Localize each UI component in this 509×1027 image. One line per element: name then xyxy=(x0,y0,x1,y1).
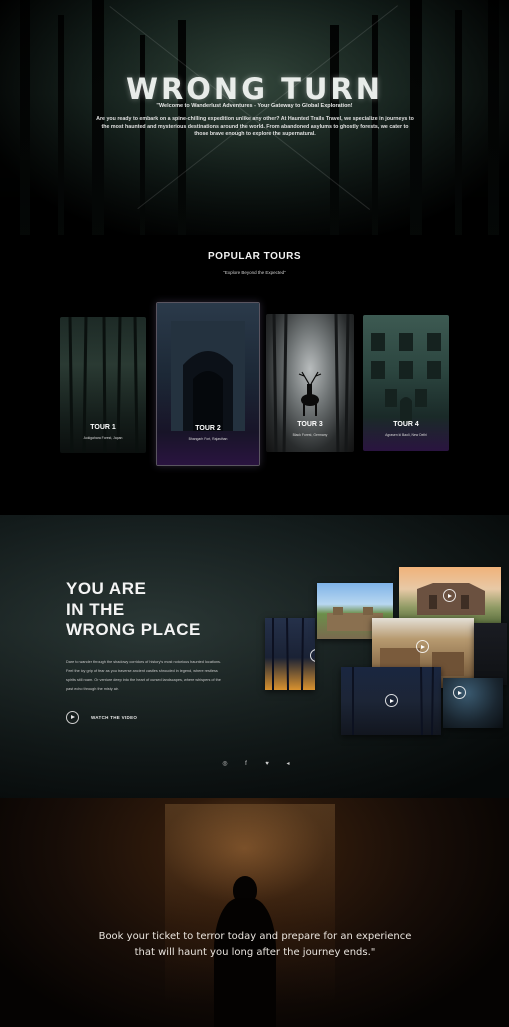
figure-silhouette xyxy=(214,898,276,1027)
twitter-icon[interactable]: ♥ xyxy=(262,760,272,768)
play-icon[interactable] xyxy=(385,694,398,707)
tour-card-1[interactable]: TOUR 1 Aokigahara Forest, Japan xyxy=(60,317,146,453)
watch-video-label: WATCH THE VIDEO xyxy=(91,714,138,720)
hero-title: WRONG TURN xyxy=(125,72,384,106)
tour-1-image xyxy=(60,317,146,453)
video-thumbnail-dark[interactable] xyxy=(474,623,507,685)
wrong-place-section: YOU ARE IN THE WRONG PLACE Dare to wande… xyxy=(0,515,509,798)
tour-3-location: Black Forest, Germany xyxy=(292,433,328,437)
cta-quote: Book your ticket to terror today and pre… xyxy=(98,931,412,958)
tours-title: POPULAR TOURS xyxy=(208,251,301,262)
tour-4-location: Agrasen ki Baoli, New Delhi xyxy=(385,433,427,437)
tour-4-name: TOUR 4 xyxy=(393,421,419,428)
hero-tagline: "Welcome to Wanderlust Adventures - Your… xyxy=(156,103,353,109)
title-line: IN THE xyxy=(66,599,125,619)
tour-card-2[interactable]: TOUR 2 Bhangarh Fort, Rajasthan xyxy=(156,302,260,466)
forest-image xyxy=(68,317,139,453)
video-thumbnail-blue[interactable] xyxy=(443,678,503,728)
play-icon[interactable] xyxy=(416,640,429,653)
video-thumbnail-forest-glow[interactable] xyxy=(265,618,315,690)
tree-silhouette xyxy=(58,15,64,235)
hero-section: WRONG TURN "Welcome to Wanderlust Advent… xyxy=(0,0,509,235)
play-icon[interactable] xyxy=(453,686,466,699)
popular-tours-section: POPULAR TOURS "Explore Beyond the Expect… xyxy=(0,235,509,515)
page: WRONG TURN "Welcome to Wanderlust Advent… xyxy=(0,0,509,1027)
play-icon[interactable] xyxy=(443,589,456,602)
forest-thumbnail-image xyxy=(272,618,304,690)
tour-card-4[interactable]: TOUR 4 Agrasen ki Baoli, New Delhi xyxy=(363,315,449,451)
play-icon[interactable] xyxy=(66,710,79,724)
tour-1-location: Aokigahara Forest, Japan xyxy=(83,436,123,440)
tours-subtitle: "Explore Beyond the Expected" xyxy=(223,270,286,275)
facebook-icon[interactable]: f xyxy=(241,760,251,768)
video-thumbnail-night-forest[interactable] xyxy=(341,667,441,735)
cta-section: Book your ticket to terror today and pre… xyxy=(0,798,509,1027)
title-line: YOU ARE xyxy=(66,579,147,598)
video-thumbnail-sunset-fort[interactable] xyxy=(399,567,501,625)
wrong-place-title: YOU ARE IN THE WRONG PLACE xyxy=(66,579,266,641)
tour-4-image xyxy=(363,315,449,451)
tour-1-name: TOUR 1 xyxy=(90,424,116,431)
stepwell-image xyxy=(371,333,441,423)
tour-3-image xyxy=(266,314,354,452)
tree-silhouette xyxy=(455,10,462,235)
instagram-icon[interactable]: ◎ xyxy=(220,760,230,768)
tour-3-name: TOUR 3 xyxy=(297,421,323,428)
tour-card-3[interactable]: TOUR 3 Black Forest, Germany xyxy=(266,314,354,452)
tour-2-name: TOUR 2 xyxy=(195,425,221,432)
tour-2-location: Bhangarh Fort, Rajasthan xyxy=(188,437,228,441)
tree-silhouette xyxy=(488,0,499,235)
telegram-icon[interactable]: ◂ xyxy=(283,760,293,768)
title-line: WRONG PLACE xyxy=(66,620,201,639)
tree-silhouette xyxy=(20,0,30,235)
watch-video-button[interactable]: WATCH THE VIDEO xyxy=(66,709,137,725)
deer-forest-image xyxy=(272,314,350,452)
hero-description: Are you ready to embark on a spine-chill… xyxy=(96,116,414,137)
wrong-place-text: Dare to wander through the shadowy corri… xyxy=(66,660,222,691)
